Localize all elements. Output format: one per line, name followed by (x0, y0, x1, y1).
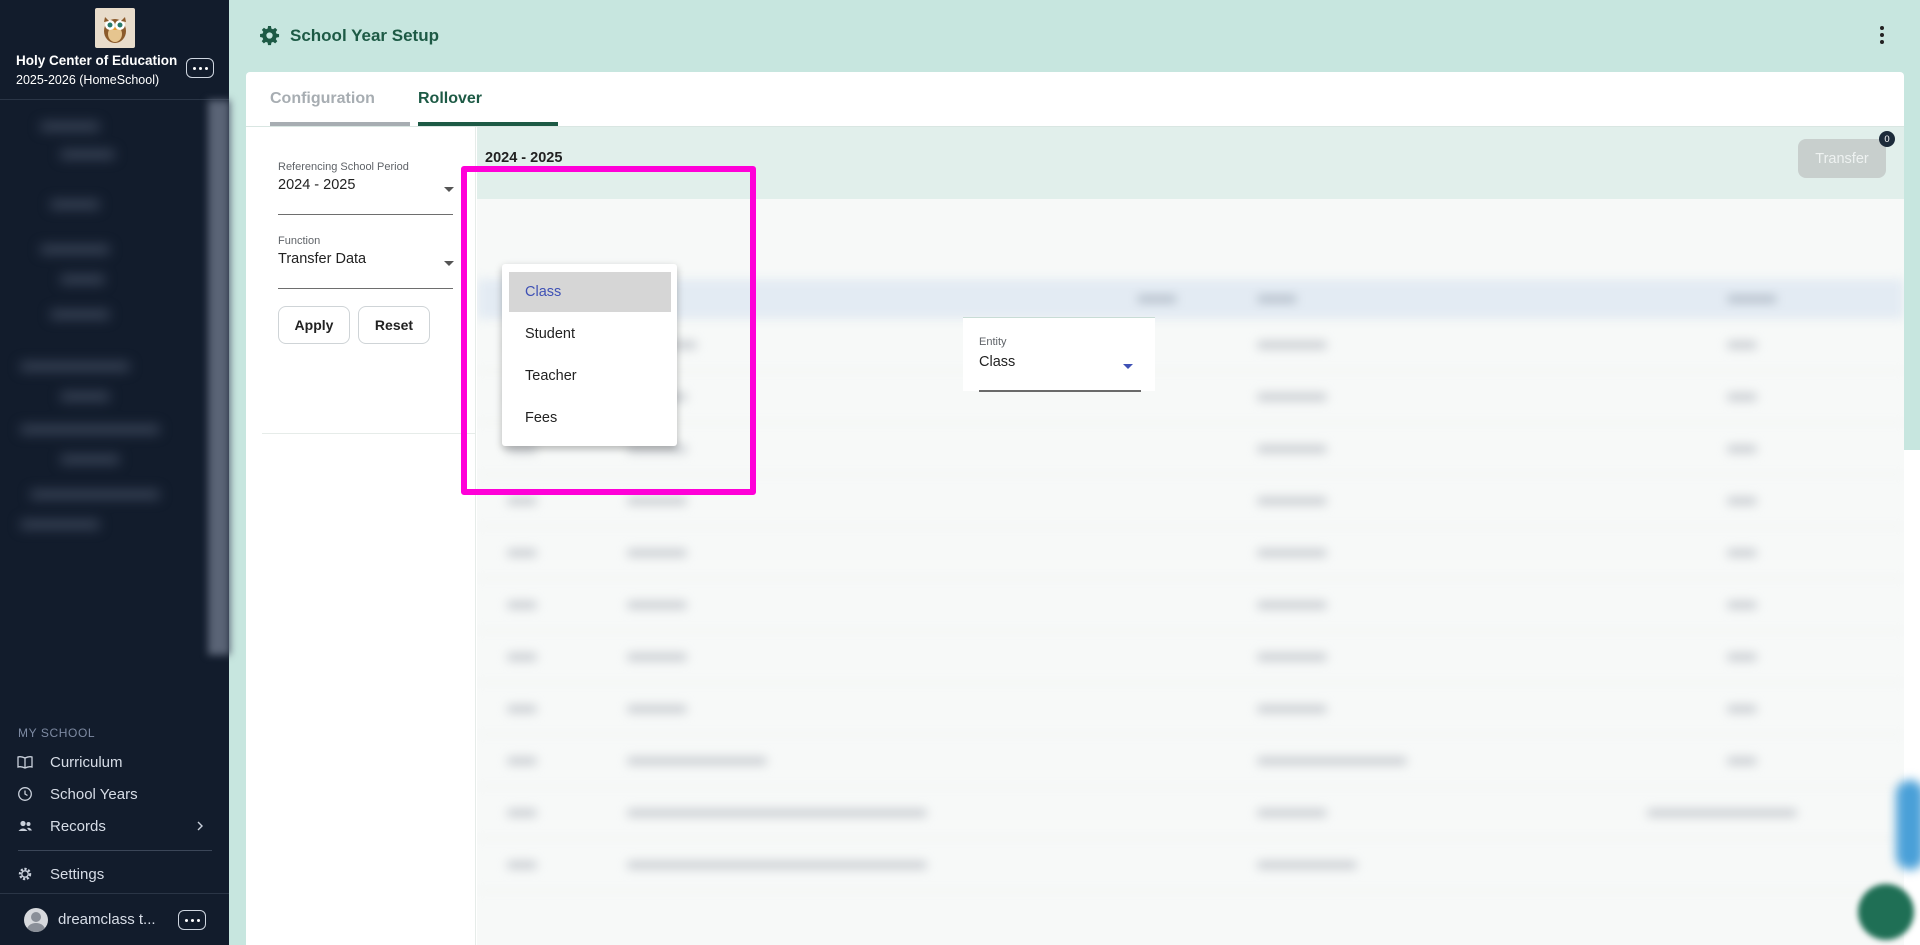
tab-bar: Configuration Rollover (246, 72, 1904, 127)
caret-down-icon[interactable] (444, 187, 454, 192)
apply-button[interactable]: Apply (278, 306, 350, 344)
tab-rollover[interactable]: Rollover (418, 90, 482, 108)
highlight-box (461, 166, 756, 495)
chat-launcher-button[interactable] (1858, 884, 1914, 940)
clock-icon (18, 787, 32, 801)
people-icon (18, 820, 32, 831)
caret-down-icon[interactable] (1123, 364, 1133, 369)
entity-field-label: Entity (979, 336, 1007, 348)
chevron-right-icon (197, 821, 203, 831)
gear-icon (18, 867, 32, 881)
user-name: dreamclass t... (58, 911, 156, 928)
school-menu-button[interactable] (186, 58, 214, 78)
user-menu-button[interactable] (178, 910, 206, 930)
sidebar-item-label: Records (50, 817, 106, 835)
gear-icon (260, 26, 280, 46)
sidebar-item-label: Curriculum (50, 753, 123, 771)
sidebar-item-label: School Years (50, 785, 138, 803)
side-widget[interactable] (1896, 780, 1920, 870)
period-select[interactable]: 2024 - 2025 (278, 177, 355, 193)
sidebar-item-school-years[interactable]: School Years (0, 780, 229, 808)
more-options-button[interactable] (1876, 24, 1888, 46)
function-select[interactable]: Transfer Data (278, 251, 366, 267)
page-header: School Year Setup (229, 0, 1920, 72)
sidebar-item-settings[interactable]: Settings (0, 860, 229, 888)
filter-divider (262, 433, 476, 434)
caret-down-icon[interactable] (444, 261, 454, 266)
page-title-group: School Year Setup (259, 25, 439, 46)
tab-configuration-underline (270, 122, 410, 126)
period-field-label: Referencing School Period (278, 161, 409, 173)
sidebar-item-curriculum[interactable]: Curriculum (0, 748, 229, 776)
entity-select[interactable]: Entity Class (963, 317, 1155, 392)
sidebar: Holy Center of Education 2025-2026 (Home… (0, 0, 230, 945)
entity-value: Class (979, 354, 1016, 370)
school-header: Holy Center of Education 2025-2026 (Home… (0, 0, 229, 100)
school-year: 2025-2026 (HomeSchool) (16, 73, 160, 87)
reset-button[interactable]: Reset (358, 306, 430, 344)
function-field-label: Function (278, 235, 321, 247)
period-heading: 2024 - 2025 (485, 150, 563, 166)
school-name: Holy Center of Education (16, 53, 178, 68)
book-icon (17, 756, 33, 769)
page-title: School Year Setup (290, 25, 439, 45)
owl-logo-icon (104, 17, 126, 43)
function-field-underline (278, 288, 453, 289)
sidebar-item-label: Settings (50, 865, 105, 883)
user-profile[interactable]: dreamclass t... (0, 893, 229, 945)
sidebar-divider (18, 850, 212, 851)
transfer-button[interactable]: Transfer (1798, 139, 1886, 178)
transfer-count-badge: 0 (1879, 131, 1895, 147)
blurred-navigation (0, 100, 229, 655)
tab-configuration[interactable]: Configuration (270, 90, 375, 108)
section-label-my-school: MY SCHOOL (18, 726, 96, 740)
tab-rollover-underline (418, 122, 558, 126)
avatar (24, 908, 48, 932)
sidebar-item-records[interactable]: Records (0, 812, 229, 840)
school-logo (95, 8, 135, 48)
page-edge (1904, 450, 1920, 945)
entity-field-underline (979, 390, 1141, 392)
filter-panel: Referencing School Period 2024 - 2025 Fu… (262, 127, 476, 945)
blurred-edge (208, 100, 230, 655)
period-field-underline (278, 214, 453, 215)
